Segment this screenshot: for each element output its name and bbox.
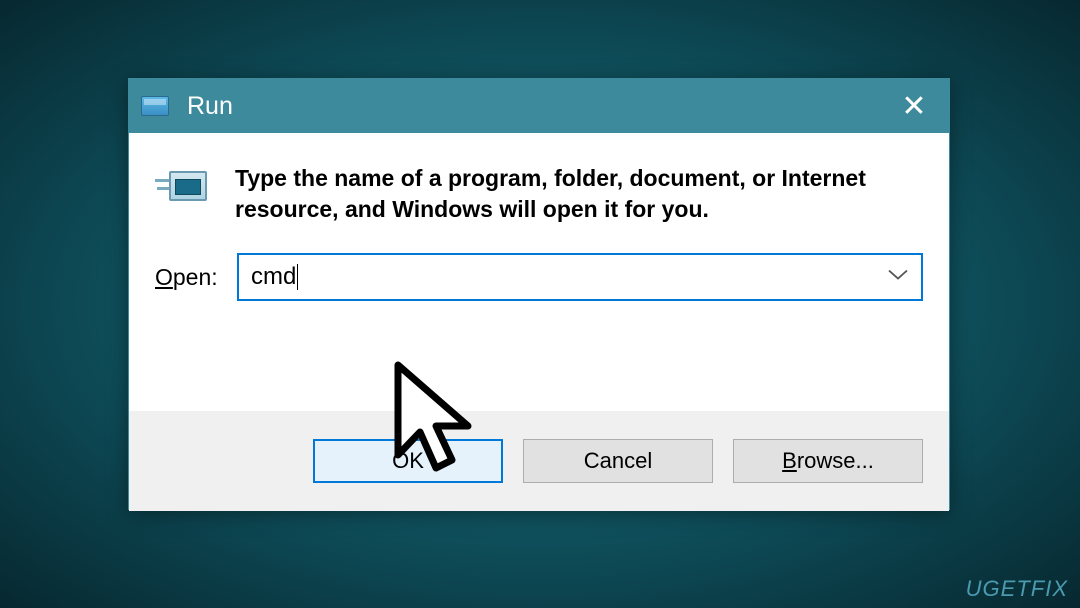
titlebar[interactable]: Run ✕ (129, 79, 949, 133)
window-title: Run (187, 92, 233, 121)
close-button[interactable]: ✕ (879, 79, 949, 133)
run-program-icon (155, 165, 213, 223)
combobox-value: cmd (251, 263, 296, 291)
chevron-down-icon[interactable] (887, 268, 909, 287)
run-dialog: Run ✕ Type the name of a program, folder… (128, 78, 950, 510)
close-icon: ✕ (901, 89, 926, 124)
open-label: Open: (155, 264, 237, 291)
info-row: Type the name of a program, folder, docu… (155, 163, 923, 225)
browse-button[interactable]: Browse... (733, 439, 923, 483)
text-cursor (297, 264, 298, 290)
browse-button-label: Browse... (782, 448, 874, 474)
ok-button[interactable]: OK (313, 439, 503, 483)
ok-button-label: OK (392, 448, 424, 474)
open-combobox[interactable]: cmd (237, 253, 923, 301)
input-row: Open: cmd (155, 253, 923, 301)
cancel-button-label: Cancel (584, 448, 652, 474)
run-titlebar-icon (141, 96, 169, 116)
cancel-button[interactable]: Cancel (523, 439, 713, 483)
dialog-content: Type the name of a program, folder, docu… (129, 133, 949, 411)
watermark: UGETFIX (966, 576, 1068, 602)
instruction-text: Type the name of a program, folder, docu… (235, 163, 923, 225)
button-bar: OK Cancel Browse... (129, 411, 949, 511)
